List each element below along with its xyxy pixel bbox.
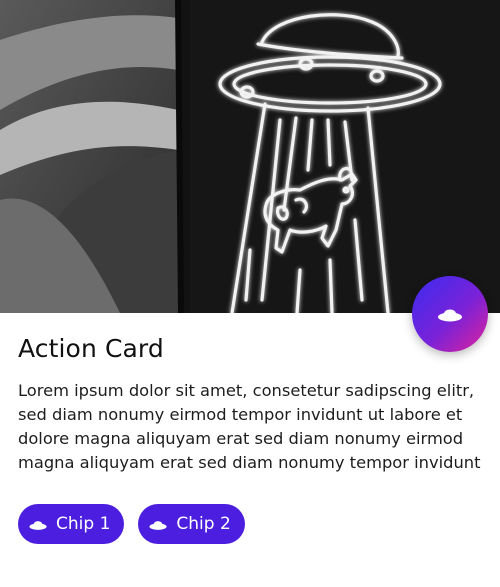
ufo-icon xyxy=(438,309,462,322)
chip-label: Chip 1 xyxy=(56,514,111,534)
ufo-icon xyxy=(148,518,168,531)
action-card: Action Card Lorem ipsum dolor sit amet, … xyxy=(0,0,500,587)
neon-ufo-illustration xyxy=(0,0,500,313)
chip-1[interactable]: Chip 1 xyxy=(18,504,125,544)
chip-group: Chip 1 Chip 2 xyxy=(18,504,245,544)
card-body-text: Lorem ipsum dolor sit amet, consetetur s… xyxy=(18,381,481,472)
ufo-icon xyxy=(28,518,48,531)
card-media-image xyxy=(0,0,500,313)
card-title: Action Card xyxy=(18,334,164,363)
chip-2[interactable]: Chip 2 xyxy=(138,504,245,544)
fab-action-button[interactable] xyxy=(412,276,488,352)
chip-label: Chip 2 xyxy=(176,514,231,534)
